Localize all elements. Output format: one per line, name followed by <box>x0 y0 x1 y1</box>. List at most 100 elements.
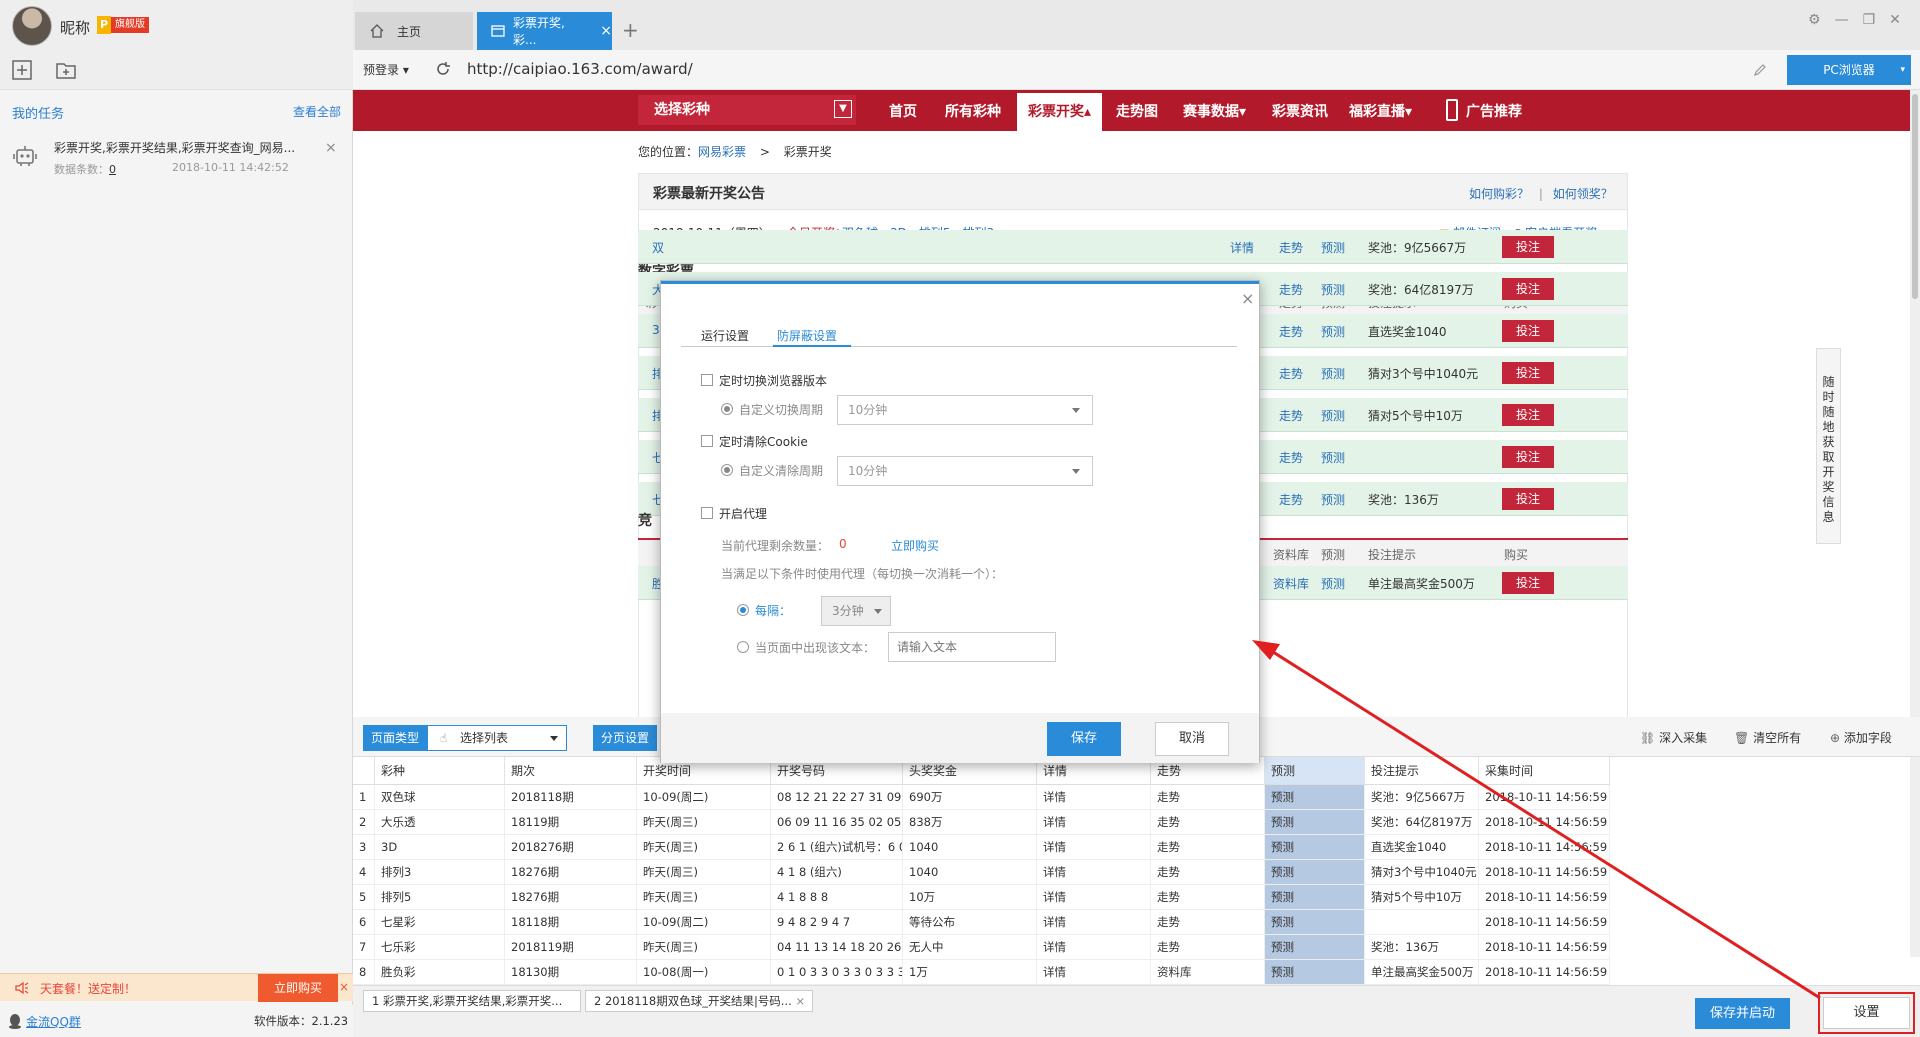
page-scroll-thumb[interactable] <box>1912 94 1918 299</box>
grid-cell[interactable]: 详情 <box>1037 910 1151 935</box>
text-input[interactable] <box>888 632 1056 662</box>
row-predict-link[interactable]: 预测 <box>1321 575 1345 592</box>
tab-active[interactable]: 彩票开奖,彩... × <box>477 12 612 50</box>
grid-cell[interactable]: 七星彩 <box>375 910 505 935</box>
grid-cell[interactable]: 10-09(周二) <box>637 785 771 810</box>
close-icon[interactable]: ✕ <box>1889 12 1901 28</box>
row-trend-link[interactable]: 走势 <box>1279 491 1303 508</box>
chevron-down-icon[interactable] <box>550 736 558 741</box>
grid-cell[interactable]: 无人中 <box>903 935 1037 960</box>
settings-gear-icon[interactable]: ⚙ <box>1808 12 1821 28</box>
grid-cell[interactable]: 04 11 13 14 18 20 26 29 <box>771 935 903 960</box>
chevron-down-icon[interactable]: ▾ <box>1900 55 1905 85</box>
grid-cell[interactable]: 2018-10-11 14:56:59 <box>1479 910 1610 935</box>
grid-cell[interactable]: 2018119期 <box>505 935 637 960</box>
grid-cell[interactable]: 走势 <box>1151 935 1265 960</box>
chevron-down-icon[interactable] <box>874 609 882 614</box>
minimize-icon[interactable]: — <box>1835 12 1849 28</box>
grid-cell[interactable]: 18276期 <box>505 860 637 885</box>
task-close-icon[interactable]: × <box>325 140 337 156</box>
qq-group-link[interactable]: 金流QQ群 <box>26 1013 81 1030</box>
row-predict-link[interactable]: 预测 <box>1321 491 1345 508</box>
grid-cell[interactable]: 4 <box>353 860 375 885</box>
grid-cell[interactable]: 走势 <box>1151 810 1265 835</box>
grid-cell[interactable]: 690万 <box>903 785 1037 810</box>
grid-cell[interactable]: 走势 <box>1151 785 1265 810</box>
tab-home[interactable]: 主页 <box>355 12 473 50</box>
how-to-buy-link[interactable]: 如何购彩？ <box>1469 187 1529 201</box>
grid-cell[interactable]: 胜负彩 <box>375 960 505 985</box>
bet-button[interactable]: 投注 <box>1502 362 1554 384</box>
nav-match-data[interactable]: 赛事数据▾ <box>1183 101 1246 121</box>
row-detail-link[interactable]: 详情 <box>1230 239 1254 256</box>
switch-period-select[interactable]: 10分钟 <box>837 395 1093 425</box>
grid-cell[interactable]: 昨天(周三) <box>637 860 771 885</box>
row-predict-link[interactable]: 预测 <box>1321 323 1345 340</box>
grid-cell[interactable]: 预测 <box>1265 785 1365 810</box>
bet-button[interactable]: 投注 <box>1502 488 1554 510</box>
reload-icon[interactable] <box>434 60 452 78</box>
grid-cell[interactable]: 3D <box>375 835 505 860</box>
nav-lottery-news[interactable]: 彩票资讯 <box>1272 101 1328 121</box>
new-folder-icon[interactable] <box>54 58 78 82</box>
grid-cell[interactable]: 详情 <box>1037 935 1151 960</box>
pc-browser-button[interactable]: PC浏览器 ▾ <box>1787 55 1911 85</box>
nav-trend-chart[interactable]: 走势图 <box>1116 101 1158 121</box>
grid-cell[interactable]: 2018-10-11 14:56:59 <box>1479 785 1610 810</box>
cancel-button[interactable]: 取消 <box>1155 722 1229 756</box>
grid-cell[interactable]: 资料库 <box>1151 960 1265 985</box>
clear-all-button[interactable]: 🗑 清空所有 <box>1734 729 1801 746</box>
new-task-icon[interactable] <box>10 58 34 82</box>
grid-cell[interactable]: 9 4 8 2 9 4 7 <box>771 910 903 935</box>
row-predict-link[interactable]: 预测 <box>1321 449 1345 466</box>
grid-cell[interactable]: 2018-10-11 14:56:59 <box>1479 860 1610 885</box>
grid-cell[interactable]: 10万 <box>903 885 1037 910</box>
grid-cell[interactable]: 走势 <box>1151 885 1265 910</box>
grid-header[interactable]: 彩种 <box>375 757 505 785</box>
grid-scrollbar[interactable] <box>1910 757 1920 957</box>
grid-cell[interactable]: 10-09(周二) <box>637 910 771 935</box>
grid-cell[interactable]: 直选奖金1040 <box>1365 835 1479 860</box>
grid-cell[interactable]: 18118期 <box>505 910 637 935</box>
view-all-link[interactable]: 查看全部 <box>293 103 341 120</box>
new-tab-icon[interactable]: + <box>622 18 639 42</box>
grid-cell[interactable]: 06 09 11 16 35 02 05 计算... <box>771 810 903 835</box>
edit-pencil-icon[interactable] <box>1752 62 1768 78</box>
paging-settings-button[interactable]: 分页设置 <box>593 725 657 751</box>
grid-cell[interactable]: 预测 <box>1265 810 1365 835</box>
grid-cell[interactable]: 2018-10-11 14:56:59 <box>1479 835 1610 860</box>
interval-select[interactable]: 3分钟 <box>821 596 891 626</box>
grid-cell[interactable]: 奖池：64亿8197万 <box>1365 810 1479 835</box>
nav-ads[interactable]: 广告推荐 <box>1466 101 1522 121</box>
pre-login-dropdown[interactable]: 预登录 ▾ <box>363 61 409 78</box>
bet-button[interactable]: 投注 <box>1502 572 1554 594</box>
grid-cell[interactable]: 18276期 <box>505 885 637 910</box>
grid-cell[interactable]: 昨天(周三) <box>637 835 771 860</box>
grid-cell[interactable]: 详情 <box>1037 960 1151 985</box>
grid-cell[interactable]: 走势 <box>1151 860 1265 885</box>
row-predict-link[interactable]: 预测 <box>1321 365 1345 382</box>
grid-cell[interactable]: 等待公布 <box>903 910 1037 935</box>
grid-cell[interactable]: 预测 <box>1265 860 1365 885</box>
row-predict-link[interactable]: 预测 <box>1321 407 1345 424</box>
grid-cell[interactable]: 5 <box>353 885 375 910</box>
dialog-close-icon[interactable]: × <box>1241 289 1254 308</box>
grid-cell[interactable]: 排列3 <box>375 860 505 885</box>
grid-cell[interactable]: 奖池：136万 <box>1365 935 1479 960</box>
grid-cell[interactable]: 详情 <box>1037 885 1151 910</box>
grid-cell[interactable]: 2 6 1 (组六)试机号：6 0 0 <box>771 835 903 860</box>
grid-cell[interactable]: 2018-10-11 14:56:59 <box>1479 810 1610 835</box>
grid-cell[interactable]: 2018118期 <box>505 785 637 810</box>
close-icon[interactable]: × <box>795 994 805 1008</box>
nav-all-lotteries[interactable]: 所有彩种 <box>945 101 1001 121</box>
bet-button[interactable]: 投注 <box>1502 446 1554 468</box>
grid-cell[interactable]: 6 <box>353 910 375 935</box>
bet-button[interactable]: 投注 <box>1502 236 1554 258</box>
settings-button[interactable]: 设置 <box>1823 997 1910 1029</box>
nav-welfare-live[interactable]: 福彩直播▾ <box>1349 101 1412 121</box>
buy-proxy-link[interactable]: 立即购买 <box>891 537 939 554</box>
proxy-checkbox[interactable] <box>701 507 713 519</box>
grid-cell[interactable]: 详情 <box>1037 860 1151 885</box>
grid-cell[interactable]: 4 1 8 (组六) <box>771 860 903 885</box>
grid-cell[interactable]: 838万 <box>903 810 1037 835</box>
